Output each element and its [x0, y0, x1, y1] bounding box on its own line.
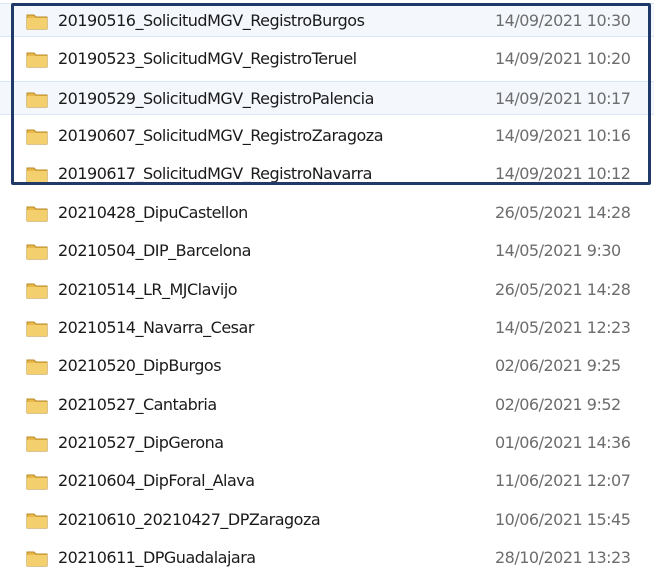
folder-icon	[26, 436, 48, 452]
file-date: 01/06/2021 14:36	[495, 433, 631, 452]
file-list: 20190516_SolicitudMGV_RegistroBurgos 14/…	[0, 0, 654, 581]
file-name[interactable]: 20210428_DipuCastellon	[58, 196, 248, 230]
folder-icon	[26, 474, 48, 490]
file-date: 14/09/2021 10:17	[495, 89, 631, 108]
file-date: 02/06/2021 9:25	[495, 356, 621, 375]
folder-icon	[26, 14, 48, 30]
file-date: 11/06/2021 12:07	[495, 471, 631, 490]
folder-icon	[26, 321, 48, 337]
file-name[interactable]: 20190617_SolicitudMGV_RegistroNavarra	[58, 157, 372, 191]
file-name[interactable]: 20210527_Cantabria	[58, 388, 217, 422]
file-row[interactable]: 20210604_DipForal_Alava 11/06/2021 12:07	[0, 464, 654, 498]
file-name[interactable]: 20210514_LR_MJClavijo	[58, 273, 238, 307]
file-row[interactable]: 20210428_DipuCastellon 26/05/2021 14:28	[0, 196, 654, 230]
file-date: 14/05/2021 9:30	[495, 241, 621, 260]
file-row[interactable]: 20210504_DIP_Barcelona 14/05/2021 9:30	[0, 234, 654, 268]
folder-icon	[26, 283, 48, 299]
file-row[interactable]: 20210527_DipGerona 01/06/2021 14:36	[0, 426, 654, 460]
file-row[interactable]: 20190516_SolicitudMGV_RegistroBurgos 14/…	[0, 3, 654, 37]
file-date: 14/05/2021 12:23	[495, 318, 631, 337]
file-row[interactable]: 20210527_Cantabria 02/06/2021 9:52	[0, 388, 654, 422]
folder-icon	[26, 129, 48, 145]
folder-icon	[26, 398, 48, 414]
file-date: 26/05/2021 14:28	[495, 280, 631, 299]
file-name[interactable]: 20190529_SolicitudMGV_RegistroPalencia	[58, 82, 374, 116]
file-row[interactable]: 20210514_Navarra_Cesar 14/05/2021 12:23	[0, 311, 654, 345]
folder-icon	[26, 244, 48, 260]
folder-icon	[26, 359, 48, 375]
file-date: 14/09/2021 10:20	[495, 49, 631, 68]
file-row[interactable]: 20190529_SolicitudMGV_RegistroPalencia 1…	[0, 81, 654, 115]
file-date: 14/09/2021 10:12	[495, 164, 631, 183]
folder-icon	[26, 206, 48, 222]
folder-icon	[26, 167, 48, 183]
folder-icon	[26, 513, 48, 529]
file-name[interactable]: 20210527_DipGerona	[58, 426, 224, 460]
folder-icon	[26, 52, 48, 68]
file-name[interactable]: 20210604_DipForal_Alava	[58, 464, 255, 498]
file-name[interactable]: 20190523_SolicitudMGV_RegistroTeruel	[58, 42, 357, 76]
folder-icon	[26, 92, 48, 108]
file-name[interactable]: 20210610_20210427_DPZaragoza	[58, 503, 321, 537]
file-name[interactable]: 20210520_DipBurgos	[58, 349, 222, 383]
file-row[interactable]: 20190617_SolicitudMGV_RegistroNavarra 14…	[0, 157, 654, 191]
file-name[interactable]: 20210514_Navarra_Cesar	[58, 311, 254, 345]
folder-icon	[26, 551, 48, 567]
file-name[interactable]: 20190607_SolicitudMGV_RegistroZaragoza	[58, 119, 384, 153]
file-row[interactable]: 20210520_DipBurgos 02/06/2021 9:25	[0, 349, 654, 383]
file-name[interactable]: 20210504_DIP_Barcelona	[58, 234, 251, 268]
file-name[interactable]: 20190516_SolicitudMGV_RegistroBurgos	[58, 4, 365, 38]
file-date: 28/10/2021 13:23	[495, 548, 631, 567]
file-row[interactable]: 20210514_LR_MJClavijo 26/05/2021 14:28	[0, 273, 654, 307]
file-date: 02/06/2021 9:52	[495, 395, 621, 414]
file-row[interactable]: 20210611_DPGuadalajara 28/10/2021 13:23	[0, 541, 654, 575]
file-date: 10/06/2021 15:45	[495, 510, 631, 529]
file-date: 14/09/2021 10:30	[495, 11, 631, 30]
file-row[interactable]: 20190607_SolicitudMGV_RegistroZaragoza 1…	[0, 119, 654, 153]
file-name[interactable]: 20210611_DPGuadalajara	[58, 541, 256, 575]
file-row[interactable]: 20190523_SolicitudMGV_RegistroTeruel 14/…	[0, 42, 654, 76]
file-row[interactable]: 20210610_20210427_DPZaragoza 10/06/2021 …	[0, 503, 654, 537]
file-date: 26/05/2021 14:28	[495, 203, 631, 222]
file-date: 14/09/2021 10:16	[495, 126, 631, 145]
